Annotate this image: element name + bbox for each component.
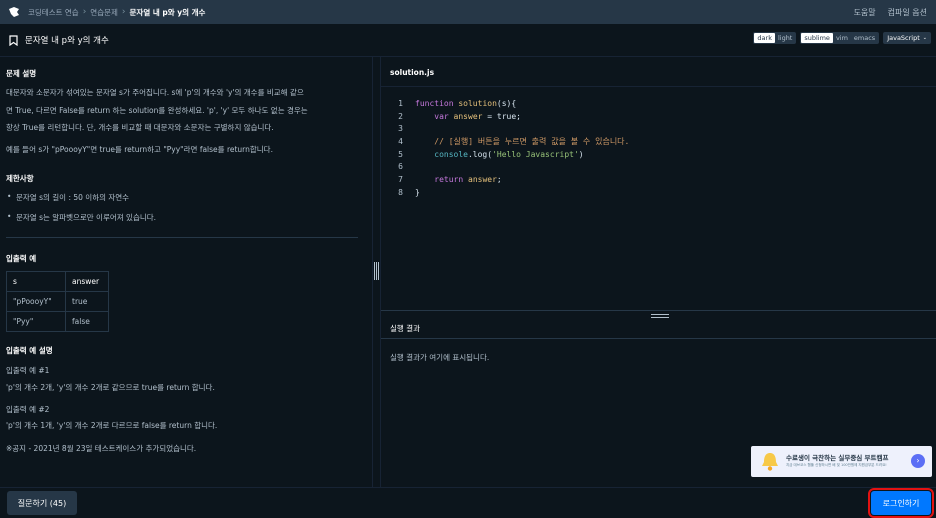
constraint-item: 문자열 s는 알파벳으로만 이루어져 있습니다. [7, 212, 156, 223]
problem-description: 대문자와 소문자가 섞여있는 문자열 s가 주어집니다. s에 'p'의 개수와… [6, 84, 361, 137]
help-link[interactable]: 도움말 [854, 7, 876, 18]
breadcrumb-practice[interactable]: 연습문제 [90, 7, 118, 18]
column-header: s [6, 271, 66, 292]
divider [381, 338, 936, 339]
io-desc-heading: 입출력 예 설명 [6, 346, 53, 355]
compile-options-link[interactable]: 컴파일 옵션 [888, 7, 927, 18]
desc-line: 면 True, 다르면 False를 return 하는 solution를 완… [6, 105, 308, 115]
logo-icon[interactable] [8, 6, 20, 18]
result-title: 실행 결과 [390, 324, 420, 333]
table-header-row: s answer [6, 271, 109, 292]
code-line: 4 // [실행] 버튼을 누르면 출력 값을 볼 수 있습니다. [381, 135, 629, 148]
ad-banner[interactable]: 수료생이 극찬하는 실무중심 부트캠프 지금 데브코스 웹풀 신청하시면 배 및… [751, 446, 932, 477]
io-table: s answer "pPoooyY" true "Pyy" false [6, 271, 109, 332]
desc-line: 항상 True를 리턴합니다. 단, 개수를 비교할 때 대문자와 소문자는 구… [6, 123, 274, 132]
constraints-heading: 제한사항 [6, 174, 34, 183]
page-title: 문자열 내 p와 y의 개수 [25, 36, 109, 46]
code-token: console [434, 149, 468, 159]
code-line: 5 console .log( 'Hello Javascript' ) [381, 148, 629, 161]
theme-toggle: dark light [753, 32, 797, 44]
breadcrumb-current: 문자열 내 p와 y의 개수 [129, 7, 206, 17]
bell-icon [762, 453, 778, 471]
ask-question-button[interactable]: 질문하기 (45) [7, 491, 77, 515]
example-text: 예를 들어 s가 "pPoooyY"면 true를 return하고 "Pyy"… [6, 145, 273, 154]
panel-splitter[interactable] [372, 57, 381, 487]
ad-title: 수료생이 극찬하는 실무중심 부트캠프 [786, 454, 889, 462]
desc-heading: 문제 설명 [6, 69, 37, 78]
code-area[interactable]: 1 function solution (s){ 2 var answer = … [381, 97, 629, 199]
code-comment: // [실행] 버튼을 누르면 출력 값을 볼 수 있습니다. [434, 136, 630, 146]
io-heading: 입출력 예 [6, 254, 37, 263]
file-tab: solution.js [381, 57, 936, 87]
file-name: solution.js [390, 68, 435, 77]
table-cell: "Pyy" [6, 311, 66, 332]
code-token: answer [468, 174, 497, 184]
io-desc-line: 'p'의 개수 1개, 'y'의 개수 2개로 다르므로 false를 retu… [6, 421, 218, 430]
line-number: 8 [398, 187, 403, 197]
code-line: 8 } [381, 186, 629, 199]
line-number: 4 [398, 136, 403, 146]
theme-light-option[interactable]: light [775, 33, 795, 43]
drag-handle-icon[interactable] [374, 262, 379, 280]
chevron-right-icon: › [121, 7, 126, 17]
constraint-item: 문자열 s의 길이 : 50 이하의 자연수 [7, 192, 129, 203]
keymap-vim-option[interactable]: vim [833, 33, 851, 43]
code-token: (s){ [496, 98, 517, 108]
code-token: function [415, 98, 454, 108]
divider [6, 237, 358, 238]
line-number: 3 [398, 124, 403, 134]
code-token: ) [578, 149, 584, 159]
table-row: "pPoooyY" true [6, 291, 109, 312]
table-cell: "pPoooyY" [6, 291, 66, 312]
code-token: .log( [467, 149, 493, 159]
keymap-emacs-option[interactable]: emacs [851, 33, 878, 43]
io-desc-line: 입출력 예 #2 [6, 405, 50, 414]
problem-panel: 문제 설명 대문자와 소문자가 섞여있는 문자열 s가 주어집니다. s에 'p… [0, 57, 372, 487]
line-number: 6 [398, 162, 403, 172]
table-cell: true [65, 291, 109, 312]
bookmark-icon[interactable] [9, 34, 18, 46]
ad-subtitle: 지금 데브코스 웹풀 신청하시면 배 및 100만원에 지원금부분 드려요! [786, 463, 887, 467]
code-line: 1 function solution (s){ [381, 97, 629, 110]
code-token: solution [458, 98, 497, 108]
theme-dark-option[interactable]: dark [754, 33, 775, 43]
table-cell: false [65, 311, 109, 332]
result-resize-handle[interactable] [381, 310, 936, 318]
chevron-down-icon: ⌄ [922, 35, 927, 41]
code-token: ; [496, 174, 502, 184]
language-select-label: JavaScript [887, 34, 920, 42]
line-number: 5 [398, 149, 403, 159]
code-line: 6 [381, 160, 629, 173]
problem-header: 문자열 내 p와 y의 개수 dark light sublime vim em… [0, 24, 936, 57]
table-row: "Pyy" false [6, 311, 109, 332]
keymap-sublime-option[interactable]: sublime [801, 33, 833, 43]
io-desc-line: 'p'의 개수 2개, 'y'의 개수 2개로 같으므로 true를 retur… [6, 383, 215, 392]
code-line: 3 [381, 122, 629, 135]
line-number: 2 [398, 111, 403, 121]
chevron-right-icon: › [82, 7, 87, 17]
line-number: 1 [398, 98, 403, 108]
code-token: var [434, 111, 449, 121]
breadcrumb-coding-test[interactable]: 코딩테스트 연습 [28, 7, 79, 18]
code-string: 'Hello Javascript' [492, 149, 579, 159]
login-button[interactable]: 로그인하기 [868, 488, 934, 518]
code-token: } [415, 187, 420, 197]
code-line: 7 return answer ; [381, 173, 629, 186]
code-editor[interactable]: solution.js 1 function solution (s){ 2 v… [381, 57, 936, 310]
code-token: answer [453, 111, 483, 121]
code-token: return [434, 174, 464, 184]
keymap-toggle: sublime vim emacs [800, 32, 880, 44]
bottom-bar: 질문하기 (45) 로그인하기 [0, 488, 936, 518]
language-select[interactable]: JavaScript ⌄ [883, 32, 931, 44]
notice-text: ※공지 - 2021년 8월 23일 테스트케이스가 추가되었습니다. [6, 444, 197, 453]
arrow-right-icon[interactable]: › [911, 454, 925, 468]
code-token: = true; [482, 111, 521, 121]
code-line: 2 var answer = true; [381, 110, 629, 123]
column-header: answer [65, 271, 109, 292]
desc-line: 대문자와 소문자가 섞여있는 문자열 s가 주어집니다. s에 'p'의 개수와… [6, 88, 304, 97]
line-number: 7 [398, 174, 403, 184]
top-nav: 코딩테스트 연습 › 연습문제 › 문자열 내 p와 y의 개수 도움말 컴파일… [0, 0, 936, 24]
result-output: 실행 결과가 여기에 표시됩니다. [390, 353, 490, 362]
io-desc-line: 입출력 예 #1 [6, 366, 50, 375]
